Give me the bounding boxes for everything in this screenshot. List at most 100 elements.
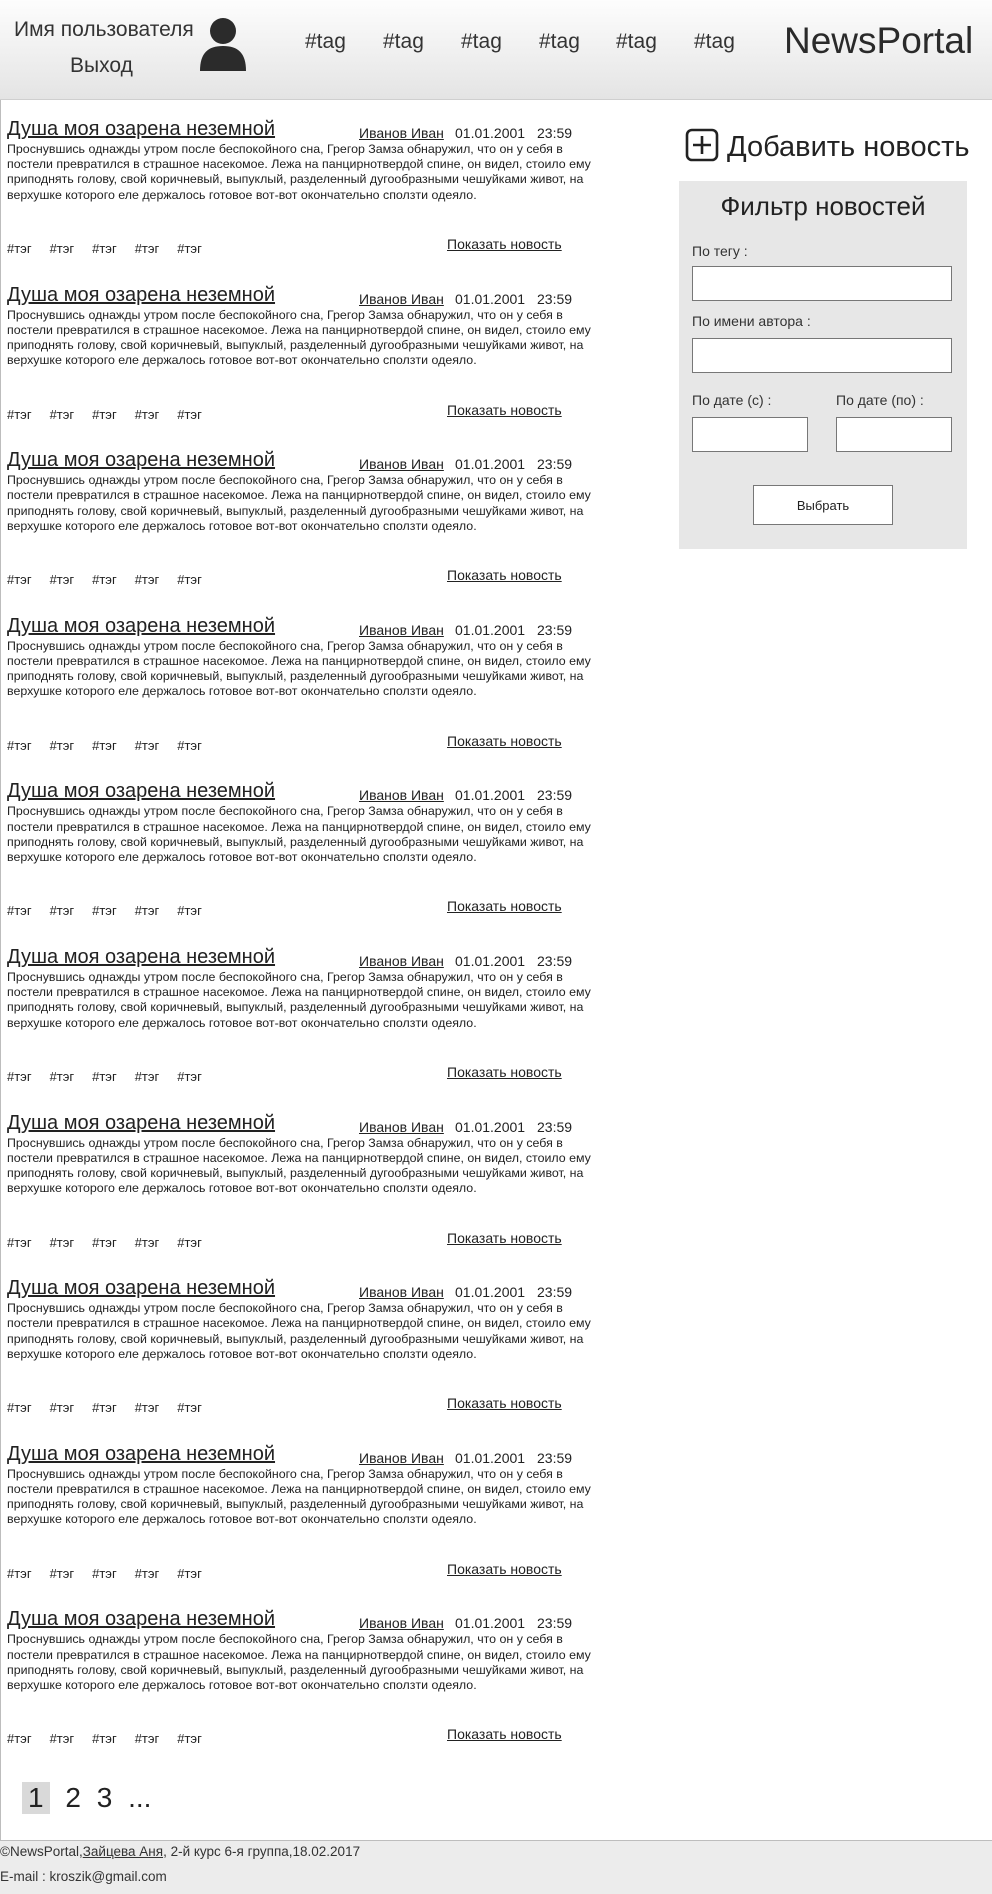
nav-tag-4[interactable]: #tag bbox=[539, 30, 580, 54]
news-tag-link[interactable]: #тэг bbox=[135, 1069, 160, 1084]
user-avatar-icon[interactable] bbox=[198, 17, 248, 71]
nav-tag-1[interactable]: #tag bbox=[305, 30, 346, 54]
news-author-link[interactable]: Иванов Иван bbox=[359, 622, 444, 638]
nav-tag-6[interactable]: #tag bbox=[694, 30, 735, 54]
news-tag-link[interactable]: #тэг bbox=[50, 241, 75, 256]
news-tag-link[interactable]: #тэг bbox=[177, 903, 202, 918]
news-tag-link[interactable]: #тэг bbox=[135, 738, 160, 753]
news-tag-link[interactable]: #тэг bbox=[50, 572, 75, 587]
date-from-input[interactable] bbox=[692, 417, 808, 452]
news-tag-link[interactable]: #тэг bbox=[92, 1400, 117, 1415]
news-tag-link[interactable]: #тэг bbox=[50, 903, 75, 918]
news-title-link[interactable]: Душа моя озарена неземной bbox=[7, 780, 275, 803]
news-title-link[interactable]: Душа моя озарена неземной bbox=[7, 1277, 275, 1300]
news-tag-link[interactable]: #тэг bbox=[177, 1069, 202, 1084]
news-tag-link[interactable]: #тэг bbox=[7, 1400, 32, 1415]
user-name[interactable]: Имя пользователя bbox=[14, 18, 194, 42]
show-news-link[interactable]: Показать новость bbox=[447, 567, 562, 583]
footer-author-link[interactable]: Зайцева Аня bbox=[83, 1844, 163, 1859]
page-2-link[interactable]: 2 bbox=[65, 1782, 81, 1814]
show-news-link[interactable]: Показать новость bbox=[447, 898, 562, 914]
news-author-link[interactable]: Иванов Иван bbox=[359, 291, 444, 307]
filter-submit-button[interactable]: Выбрать bbox=[753, 485, 893, 525]
news-author-link[interactable]: Иванов Иван bbox=[359, 953, 444, 969]
news-author-link[interactable]: Иванов Иван bbox=[359, 456, 444, 472]
news-tag-link[interactable]: #тэг bbox=[135, 903, 160, 918]
news-tag-link[interactable]: #тэг bbox=[92, 738, 117, 753]
news-tag-link[interactable]: #тэг bbox=[177, 1235, 202, 1250]
news-tag-link[interactable]: #тэг bbox=[50, 1400, 75, 1415]
news-tag-link[interactable]: #тэг bbox=[135, 1400, 160, 1415]
news-tag-link[interactable]: #тэг bbox=[92, 407, 117, 422]
show-news-link[interactable]: Показать новость bbox=[447, 1561, 562, 1577]
show-news-link[interactable]: Показать новость bbox=[447, 1726, 562, 1742]
news-tag-link[interactable]: #тэг bbox=[92, 1566, 117, 1581]
news-author-link[interactable]: Иванов Иван bbox=[359, 1450, 444, 1466]
logout-link[interactable]: Выход bbox=[70, 54, 133, 78]
nav-tag-3[interactable]: #tag bbox=[461, 30, 502, 54]
brand-logo[interactable]: NewsPortal bbox=[784, 20, 973, 62]
news-tag-link[interactable]: #тэг bbox=[92, 241, 117, 256]
date-to-input[interactable] bbox=[836, 417, 952, 452]
news-title-link[interactable]: Душа моя озарена неземной bbox=[7, 946, 275, 969]
news-author-link[interactable]: Иванов Иван bbox=[359, 1284, 444, 1300]
tag-filter-input[interactable] bbox=[692, 266, 952, 301]
news-tag-link[interactable]: #тэг bbox=[7, 572, 32, 587]
news-tag-link[interactable]: #тэг bbox=[7, 407, 32, 422]
show-news-link[interactable]: Показать новость bbox=[447, 733, 562, 749]
news-tag-link[interactable]: #тэг bbox=[177, 407, 202, 422]
show-news-link[interactable]: Показать новость bbox=[447, 1230, 562, 1246]
news-author-link[interactable]: Иванов Иван bbox=[359, 1119, 444, 1135]
add-news-button[interactable]: Добавить новость bbox=[685, 128, 969, 164]
news-tag-link[interactable]: #тэг bbox=[7, 1731, 32, 1746]
news-tag-link[interactable]: #тэг bbox=[135, 1731, 160, 1746]
news-tag-link[interactable]: #тэг bbox=[177, 738, 202, 753]
news-tag-link[interactable]: #тэг bbox=[135, 572, 160, 587]
news-tag-link[interactable]: #тэг bbox=[7, 1235, 32, 1250]
news-tag-link[interactable]: #тэг bbox=[7, 903, 32, 918]
show-news-link[interactable]: Показать новость bbox=[447, 1064, 562, 1080]
news-title-link[interactable]: Душа моя озарена неземной bbox=[7, 615, 275, 638]
news-tag-link[interactable]: #тэг bbox=[7, 738, 32, 753]
news-title-link[interactable]: Душа моя озарена неземной bbox=[7, 1608, 275, 1631]
news-tag-link[interactable]: #тэг bbox=[177, 241, 202, 256]
news-tag-link[interactable]: #тэг bbox=[92, 903, 117, 918]
news-tag-link[interactable]: #тэг bbox=[177, 572, 202, 587]
show-news-link[interactable]: Показать новость bbox=[447, 402, 562, 418]
news-author-link[interactable]: Иванов Иван bbox=[359, 787, 444, 803]
news-tag-link[interactable]: #тэг bbox=[50, 738, 75, 753]
author-filter-input[interactable] bbox=[692, 338, 952, 373]
news-tag-link[interactable]: #тэг bbox=[92, 1235, 117, 1250]
news-title-link[interactable]: Душа моя озарена неземной bbox=[7, 1443, 275, 1466]
news-title-link[interactable]: Душа моя озарена неземной bbox=[7, 118, 275, 141]
news-tag-link[interactable]: #тэг bbox=[7, 241, 32, 256]
news-tag-link[interactable]: #тэг bbox=[7, 1566, 32, 1581]
news-tag-link[interactable]: #тэг bbox=[50, 407, 75, 422]
news-tag-link[interactable]: #тэг bbox=[7, 1069, 32, 1084]
news-tag-link[interactable]: #тэг bbox=[135, 407, 160, 422]
page-3-link[interactable]: 3 bbox=[97, 1782, 113, 1814]
page-1-link[interactable]: 1 bbox=[22, 1782, 50, 1814]
news-tag-link[interactable]: #тэг bbox=[50, 1731, 75, 1746]
news-title-link[interactable]: Душа моя озарена неземной bbox=[7, 1112, 275, 1135]
nav-tag-5[interactable]: #tag bbox=[616, 30, 657, 54]
news-tag-link[interactable]: #тэг bbox=[177, 1731, 202, 1746]
news-author-link[interactable]: Иванов Иван bbox=[359, 125, 444, 141]
news-tag-link[interactable]: #тэг bbox=[92, 1731, 117, 1746]
news-author-link[interactable]: Иванов Иван bbox=[359, 1615, 444, 1631]
news-tag-link[interactable]: #тэг bbox=[135, 241, 160, 256]
nav-tag-2[interactable]: #tag bbox=[383, 30, 424, 54]
news-tag-link[interactable]: #тэг bbox=[50, 1566, 75, 1581]
news-tag-link[interactable]: #тэг bbox=[135, 1566, 160, 1581]
show-news-link[interactable]: Показать новость bbox=[447, 236, 562, 252]
news-title-link[interactable]: Душа моя озарена неземной bbox=[7, 284, 275, 307]
news-tag-link[interactable]: #тэг bbox=[177, 1566, 202, 1581]
news-tag-link[interactable]: #тэг bbox=[50, 1235, 75, 1250]
news-tag-link[interactable]: #тэг bbox=[177, 1400, 202, 1415]
news-title-link[interactable]: Душа моя озарена неземной bbox=[7, 449, 275, 472]
show-news-link[interactable]: Показать новость bbox=[447, 1395, 562, 1411]
news-tag-link[interactable]: #тэг bbox=[135, 1235, 160, 1250]
page-more-link[interactable]: ... bbox=[128, 1782, 151, 1814]
news-tag-link[interactable]: #тэг bbox=[50, 1069, 75, 1084]
news-tag-link[interactable]: #тэг bbox=[92, 572, 117, 587]
